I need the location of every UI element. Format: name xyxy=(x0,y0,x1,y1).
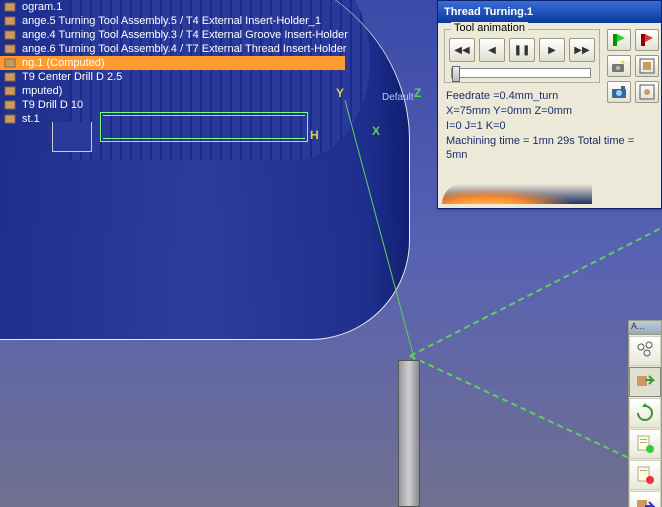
status-time: Machining time = 1mn 29s Total time = 5m… xyxy=(446,134,653,164)
status-coords: X=75mm Y=0mm Z=0mm xyxy=(446,104,653,119)
fit-button[interactable] xyxy=(635,81,659,103)
pause-button[interactable]: ❚❚ xyxy=(509,38,535,62)
thread-turning-dialog[interactable]: Thread Turning.1 Tool animation ◀◀ ◀ ❚❚ … xyxy=(437,0,662,209)
projection-line-1 xyxy=(410,223,662,356)
camera-light-button[interactable] xyxy=(607,55,631,77)
document-tool-icon xyxy=(635,434,655,454)
side-toolbar[interactable]: A... xyxy=(628,320,662,507)
tree-node-icon xyxy=(4,43,18,55)
tree-item[interactable]: mputed) xyxy=(0,84,345,98)
mode-b-button[interactable] xyxy=(635,29,659,51)
dialog-decor xyxy=(442,184,592,204)
specification-tree[interactable]: ogram.1 ange.5 Turning Tool Assembly.5 / … xyxy=(0,0,345,126)
fast-forward-button[interactable]: ▶▶ xyxy=(569,38,595,62)
tree-node-icon xyxy=(4,57,18,69)
dialog-title: Thread Turning.1 xyxy=(444,6,533,18)
tree-item[interactable]: ange.6 Turning Tool Assembly.4 / T7 Exte… xyxy=(0,42,345,56)
tree-item-label: st.1 xyxy=(22,113,40,125)
tree-item[interactable]: T9 Center Drill D 2.5 xyxy=(0,70,345,84)
op-chain-button[interactable] xyxy=(629,336,661,366)
animation-slider[interactable] xyxy=(451,68,591,78)
fit-icon xyxy=(639,84,655,100)
tree-item-label: ange.5 Turning Tool Assembly.5 / T4 Exte… xyxy=(22,15,321,27)
tree-node-icon xyxy=(4,85,18,97)
tree-item-label: ange.6 Turning Tool Assembly.4 / T7 Exte… xyxy=(22,43,346,55)
op-refresh-button[interactable] xyxy=(629,398,661,428)
tree-item[interactable]: ogram.1 xyxy=(0,0,345,14)
out-arrow-icon xyxy=(635,496,655,507)
flag-red-icon xyxy=(639,32,655,48)
tree-node-icon xyxy=(4,15,18,27)
chain-icon xyxy=(635,341,655,361)
tree-node-icon xyxy=(4,1,18,13)
tree-node-icon xyxy=(4,29,18,41)
tree-node-icon xyxy=(4,99,18,111)
tree-item-label: ogram.1 xyxy=(22,1,62,13)
op-document-button[interactable] xyxy=(629,429,661,459)
camera-button[interactable] xyxy=(607,81,631,103)
tree-item-label: T9 Center Drill D 2.5 xyxy=(22,71,122,83)
op-process-button[interactable] xyxy=(629,367,661,397)
rewind-button[interactable]: ◀◀ xyxy=(449,38,475,62)
tree-item[interactable]: st.1 xyxy=(0,112,345,126)
refresh-icon xyxy=(635,403,655,423)
default-label: Default xyxy=(382,92,414,103)
tree-item-label: T9 Drill D 10 xyxy=(22,99,83,111)
feed-button[interactable] xyxy=(635,55,659,77)
step-back-button[interactable]: ◀ xyxy=(479,38,505,62)
projection-line-2 xyxy=(410,355,637,462)
tree-item-label: ng.1 (Computed) xyxy=(22,57,105,69)
step-forward-button[interactable]: ▶ xyxy=(539,38,565,62)
process-arrow-icon xyxy=(635,372,655,392)
tree-node-icon xyxy=(4,71,18,83)
camera-spark-icon xyxy=(611,58,627,74)
dialog-titlebar[interactable]: Thread Turning.1 xyxy=(438,1,661,23)
axis-x-label: X xyxy=(372,124,380,138)
document-red-icon xyxy=(635,465,655,485)
cutting-tool xyxy=(398,360,420,507)
tree-node-icon xyxy=(4,113,18,125)
grid-tool-icon xyxy=(639,58,655,74)
tree-item-label: ange.4 Turning Tool Assembly.3 / T4 Exte… xyxy=(22,29,348,41)
tree-item-label: mputed) xyxy=(22,85,62,97)
tree-item[interactable]: ange.4 Turning Tool Assembly.3 / T4 Exte… xyxy=(0,28,345,42)
op-doc-red-button[interactable] xyxy=(629,460,661,490)
groupbox-title: Tool animation xyxy=(451,22,528,34)
flag-green-icon xyxy=(611,32,627,48)
tree-item[interactable]: ange.5 Turning Tool Assembly.5 / T4 Exte… xyxy=(0,14,345,28)
mode-a-button[interactable] xyxy=(607,29,631,51)
axis-h-label: H xyxy=(310,128,319,142)
status-ijk: I=0 J=1 K=0 xyxy=(446,119,653,134)
camera-icon xyxy=(611,84,627,100)
side-toolbar-title[interactable]: A... xyxy=(629,321,661,335)
tree-item[interactable]: T9 Drill D 10 xyxy=(0,98,345,112)
op-out-button[interactable] xyxy=(629,491,661,507)
axis-z-label: Z xyxy=(414,86,421,100)
tree-item[interactable]: ng.1 (Computed) xyxy=(0,56,345,70)
